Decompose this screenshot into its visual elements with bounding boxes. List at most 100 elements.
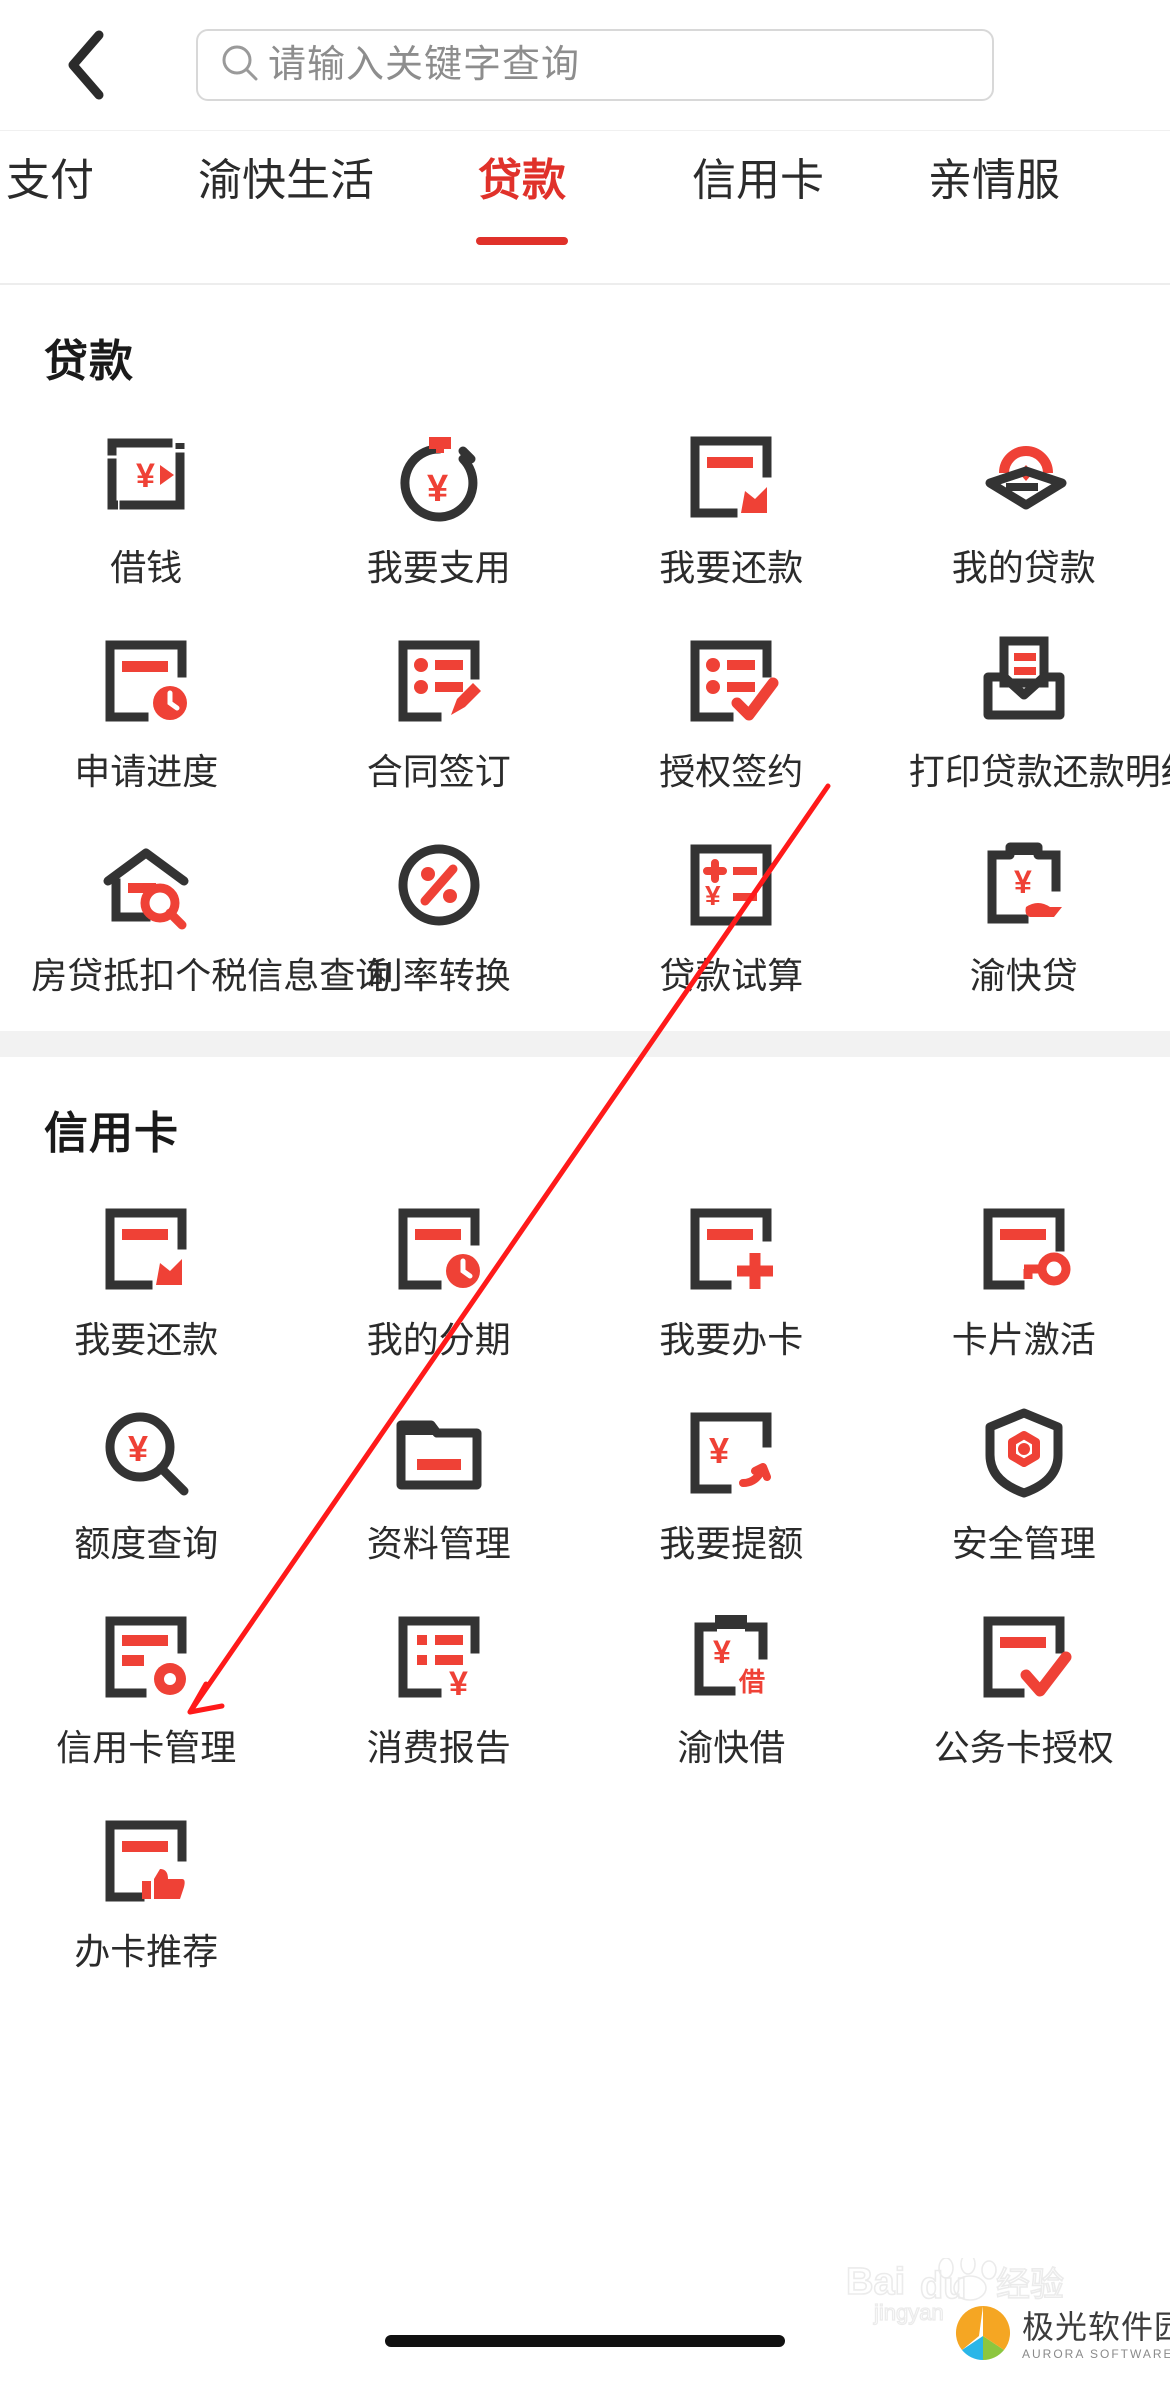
grid-item-label: 资料管理 — [366, 1523, 511, 1565]
list-check-icon — [683, 633, 779, 729]
section-divider-band — [0, 1031, 1170, 1058]
grid-item-label: 卡片激活 — [951, 1319, 1096, 1361]
tab-bar: 支付 渝快生活 贷款 信用卡 亲情服 — [0, 130, 1170, 285]
grid-item-label: 我要支用 — [366, 547, 511, 588]
card-gear-icon — [98, 1609, 194, 1705]
search-input[interactable]: 请输入关键字查询 — [196, 29, 994, 101]
grid-item-label: 渝快借 — [677, 1727, 786, 1769]
tab-daikuan[interactable]: 贷款 — [404, 149, 640, 246]
grid-item-ziliaoguanli[interactable]: 资料管理 — [293, 1389, 586, 1593]
tab-label: 渝快生活 — [198, 156, 374, 205]
svg-text:借: 借 — [738, 1667, 765, 1697]
grid-item-dayindaikuanhuankuanmingxi[interactable]: 打印贷款还款明细 — [878, 617, 1170, 821]
svg-text:Bai: Bai — [846, 2261, 905, 2303]
svg-text:经验: 经验 — [996, 2266, 1064, 2304]
house-search-icon — [98, 837, 194, 933]
grid-item-shenqingjindu[interactable]: 申请进度 — [0, 617, 293, 821]
top-bar: 请输入关键字查询 — [0, 0, 1170, 130]
printer-icon — [976, 633, 1072, 729]
grid-item-anquanguanli[interactable]: 安全管理 — [878, 1389, 1170, 1593]
grid-item-label: 消费报告 — [366, 1727, 511, 1769]
tab-label: 信用卡 — [692, 156, 824, 205]
clipboard-yen-jie-icon: ¥ 借 — [683, 1609, 779, 1705]
tab-zhifu[interactable]: 支付 — [0, 149, 168, 205]
chevron-left-icon — [63, 27, 109, 103]
aurora-logo-icon — [952, 2302, 1014, 2369]
grid-item-wodedaikuan[interactable]: 我的贷款 — [878, 413, 1170, 617]
svg-text:jingyan: jingyan — [873, 2300, 944, 2325]
grid-item-label: 打印贷款还款明细 — [908, 751, 1170, 793]
grid-item-woyaohuankuan-cc[interactable]: 我要还款 — [0, 1185, 293, 1389]
card-repay-arrow-icon — [683, 429, 779, 525]
grid-item-bankatuijian[interactable]: 办卡推荐 — [0, 1797, 293, 2001]
svg-text:¥: ¥ — [449, 1665, 468, 1703]
tab-active-underline — [476, 237, 568, 246]
tab-divider — [0, 283, 1170, 285]
section-loans: 贷款 ¥ 借钱 ¥ 我要支用 我要还款 我的贷款 申请进度 合同签订 授权签约 … — [0, 285, 1170, 1032]
aurora-logo-en: AURORA SOFTWARE PARK — [1022, 2347, 1170, 2361]
grid-item-wodefenqi[interactable]: 我的分期 — [293, 1185, 586, 1389]
card-key-icon — [976, 1201, 1072, 1297]
grid-item-label: 渝快贷 — [969, 955, 1078, 997]
grid-item-label: 房贷抵扣个税信息查询 — [31, 955, 392, 997]
section-credit-cards: 信用卡 我要还款 我的分期 我要办卡 卡片激活 ¥ 额度查询 资料管理 ¥ 我要… — [0, 1057, 1170, 2008]
grid-item-label: 安全管理 — [951, 1523, 1096, 1565]
grid-item-lilvzhuanhuan[interactable]: 利率转换 — [293, 821, 586, 1025]
svg-text:¥: ¥ — [128, 1428, 148, 1469]
back-button[interactable] — [48, 27, 124, 103]
svg-text:¥: ¥ — [136, 457, 155, 495]
tab-label: 亲情服 — [928, 156, 1060, 205]
grid-item-xinyongkaguanli[interactable]: 信用卡管理 — [0, 1593, 293, 1797]
grid-item-gongwukashouquan[interactable]: 公务卡授权 — [878, 1593, 1170, 1797]
percent-circle-icon — [391, 837, 487, 933]
grid-item-woyaozhiyong[interactable]: ¥ 我要支用 — [293, 413, 586, 617]
tab-label: 支付 — [6, 156, 94, 205]
loan-grid: ¥ 借钱 ¥ 我要支用 我要还款 我的贷款 申请进度 合同签订 授权签约 打印贷… — [0, 413, 1170, 1025]
card-plus-icon — [683, 1201, 779, 1297]
section-title: 贷款 — [44, 337, 134, 386]
svg-text:¥: ¥ — [427, 468, 448, 510]
grid-item-hetongqianding[interactable]: 合同签订 — [293, 617, 586, 821]
folder-icon — [391, 1405, 487, 1501]
card-repay-arrow-icon — [98, 1201, 194, 1297]
card-thumbup-icon — [98, 1813, 194, 1909]
svg-text:¥: ¥ — [705, 880, 721, 911]
grid-item-label: 申请进度 — [74, 751, 219, 793]
grid-item-kapianjihuo[interactable]: 卡片激活 — [878, 1185, 1170, 1389]
grid-item-educhaxun[interactable]: ¥ 额度查询 — [0, 1389, 293, 1593]
tab-yukuaishenghuo[interactable]: 渝快生活 — [168, 149, 404, 205]
search-icon — [218, 41, 262, 90]
magnifier-yen-icon: ¥ — [98, 1405, 194, 1501]
app-screen: 请输入关键字查询 支付 渝快生活 贷款 信用卡 亲情服 贷款 ¥ 借钱 ¥ 我要… — [0, 0, 1170, 2391]
grid-item-label: 利率转换 — [366, 955, 511, 997]
section-title: 信用卡 — [44, 1109, 179, 1159]
grid-item-label: 借钱 — [110, 547, 183, 588]
tab-xinyongka[interactable]: 信用卡 — [640, 149, 876, 205]
calculator-icon: ¥ — [683, 837, 779, 933]
tab-qinqingfuwu[interactable]: 亲情服 — [876, 149, 1112, 205]
grid-item-yukuaijie[interactable]: ¥ 借 渝快借 — [585, 1593, 878, 1797]
grid-item-label: 我的分期 — [366, 1319, 511, 1361]
list-yen-icon: ¥ — [391, 1609, 487, 1705]
grid-item-yukuaidai[interactable]: ¥ 渝快贷 — [878, 821, 1170, 1025]
grid-item-woyaobanka[interactable]: 我要办卡 — [585, 1185, 878, 1389]
grid-item-woyaohuankuan-loan[interactable]: 我要还款 — [585, 413, 878, 617]
grid-item-fangdaidikougeshui[interactable]: 房贷抵扣个税信息查询 — [0, 821, 392, 1025]
shield-gear-icon — [976, 1405, 1072, 1501]
grid-item-label: 额度查询 — [74, 1523, 219, 1565]
grid-item-woyaotie[interactable]: ¥ 我要提额 — [585, 1389, 878, 1593]
clipboard-yen-hand-icon: ¥ — [976, 837, 1072, 933]
card-yen-arrow-icon: ¥ — [98, 429, 194, 525]
grid-item-xiaofeibaogao[interactable]: ¥ 消费报告 — [293, 1593, 586, 1797]
grid-item-label: 我要办卡 — [659, 1319, 804, 1361]
grid-item-jieqian[interactable]: ¥ 借钱 — [0, 413, 293, 617]
svg-text:¥: ¥ — [713, 1634, 731, 1670]
grid-item-label: 我要还款 — [74, 1319, 219, 1361]
grid-item-label: 我要还款 — [659, 547, 804, 588]
grid-item-daikuanshisuan[interactable]: ¥ 贷款试算 — [585, 821, 878, 1025]
svg-text:¥: ¥ — [1014, 864, 1032, 900]
grid-item-label: 信用卡管理 — [56, 1727, 237, 1769]
stopwatch-yen-icon: ¥ — [391, 429, 487, 525]
grid-item-shouquanqianyue[interactable]: 授权签约 — [585, 617, 878, 821]
aurora-software-park-watermark: 极光软件园 AURORA SOFTWARE PARK — [952, 2302, 1170, 2369]
